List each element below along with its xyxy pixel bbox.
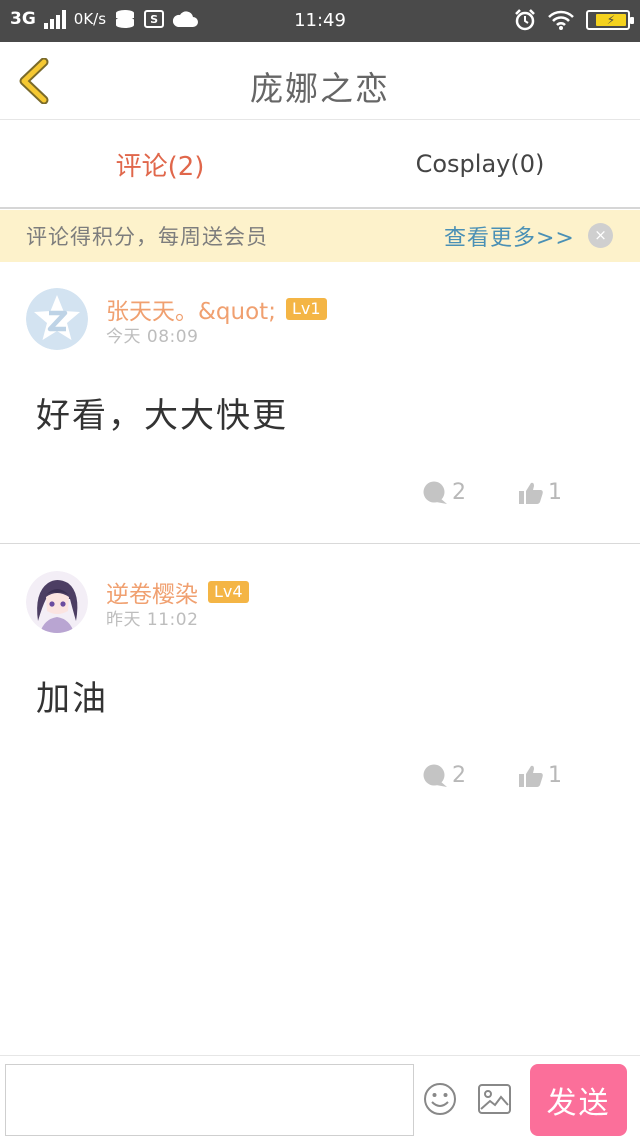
send-button[interactable]: 发送 — [530, 1064, 627, 1136]
username-row: 逆卷樱染 Lv4 — [106, 575, 249, 609]
username-row: 张天天。&quot; Lv1 — [106, 292, 327, 326]
like-count: 1 — [548, 763, 562, 788]
anime-girl-avatar-icon — [26, 571, 88, 633]
avatar[interactable] — [26, 571, 88, 633]
comment-input[interactable] — [5, 1064, 414, 1136]
promo-banner: 评论得积分，每周送会员 查看更多>> × — [0, 210, 640, 262]
comment-item: 逆卷樱染 Lv4 昨天 11:02 加油 2 1 — [0, 545, 640, 825]
comment-item: 张天天。&quot; Lv1 今天 08:09 好看，大大快更 2 1 — [0, 262, 640, 544]
like-button[interactable]: 1 — [518, 480, 562, 505]
level-badge: Lv4 — [208, 581, 249, 603]
image-icon[interactable] — [477, 1083, 512, 1115]
status-right: ⚡ — [514, 9, 634, 31]
qq-default-avatar-icon — [26, 288, 88, 350]
status-bar: 3G 0K/s S 11:49 ⚡ — [0, 0, 640, 42]
emoji-icon[interactable] — [423, 1082, 457, 1116]
avatar[interactable] — [26, 288, 88, 350]
comment-time: 今天 08:09 — [106, 327, 199, 347]
comment-text: 加油 — [36, 679, 108, 719]
comment-composer: 发送 — [0, 1055, 640, 1138]
close-icon[interactable]: × — [588, 223, 613, 248]
battery-icon: ⚡ — [586, 10, 634, 30]
view-more-link[interactable]: 查看更多>> — [444, 220, 575, 252]
like-button[interactable]: 1 — [518, 763, 562, 788]
alarm-icon — [515, 9, 535, 31]
tab-bar: 评论(2) Cosplay(0) — [0, 121, 640, 209]
tab-cosplay[interactable]: Cosplay(0) — [320, 121, 640, 207]
tab-comments[interactable]: 评论(2) — [0, 121, 320, 207]
banner-text: 评论得积分，每周送会员 — [26, 225, 268, 249]
level-badge: Lv1 — [285, 298, 327, 320]
thumbs-up-icon — [519, 482, 543, 504]
comment-text: 好看，大大快更 — [36, 396, 288, 436]
reply-count: 2 — [452, 480, 466, 505]
reply-button[interactable]: 2 — [422, 480, 466, 505]
chat-bubble-icon — [423, 764, 447, 787]
reply-button[interactable]: 2 — [422, 763, 466, 788]
page-title: 庞娜之恋 — [250, 69, 390, 108]
username[interactable]: 张天天。&quot; — [106, 292, 276, 326]
reply-count: 2 — [452, 763, 466, 788]
chat-bubble-icon — [423, 481, 447, 504]
comment-time: 昨天 11:02 — [106, 610, 199, 630]
username[interactable]: 逆卷樱染 — [106, 575, 198, 609]
thumbs-up-icon — [519, 765, 543, 787]
title-bar: 庞娜之恋 — [0, 42, 640, 120]
wifi-icon — [548, 10, 574, 30]
like-count: 1 — [548, 480, 562, 505]
